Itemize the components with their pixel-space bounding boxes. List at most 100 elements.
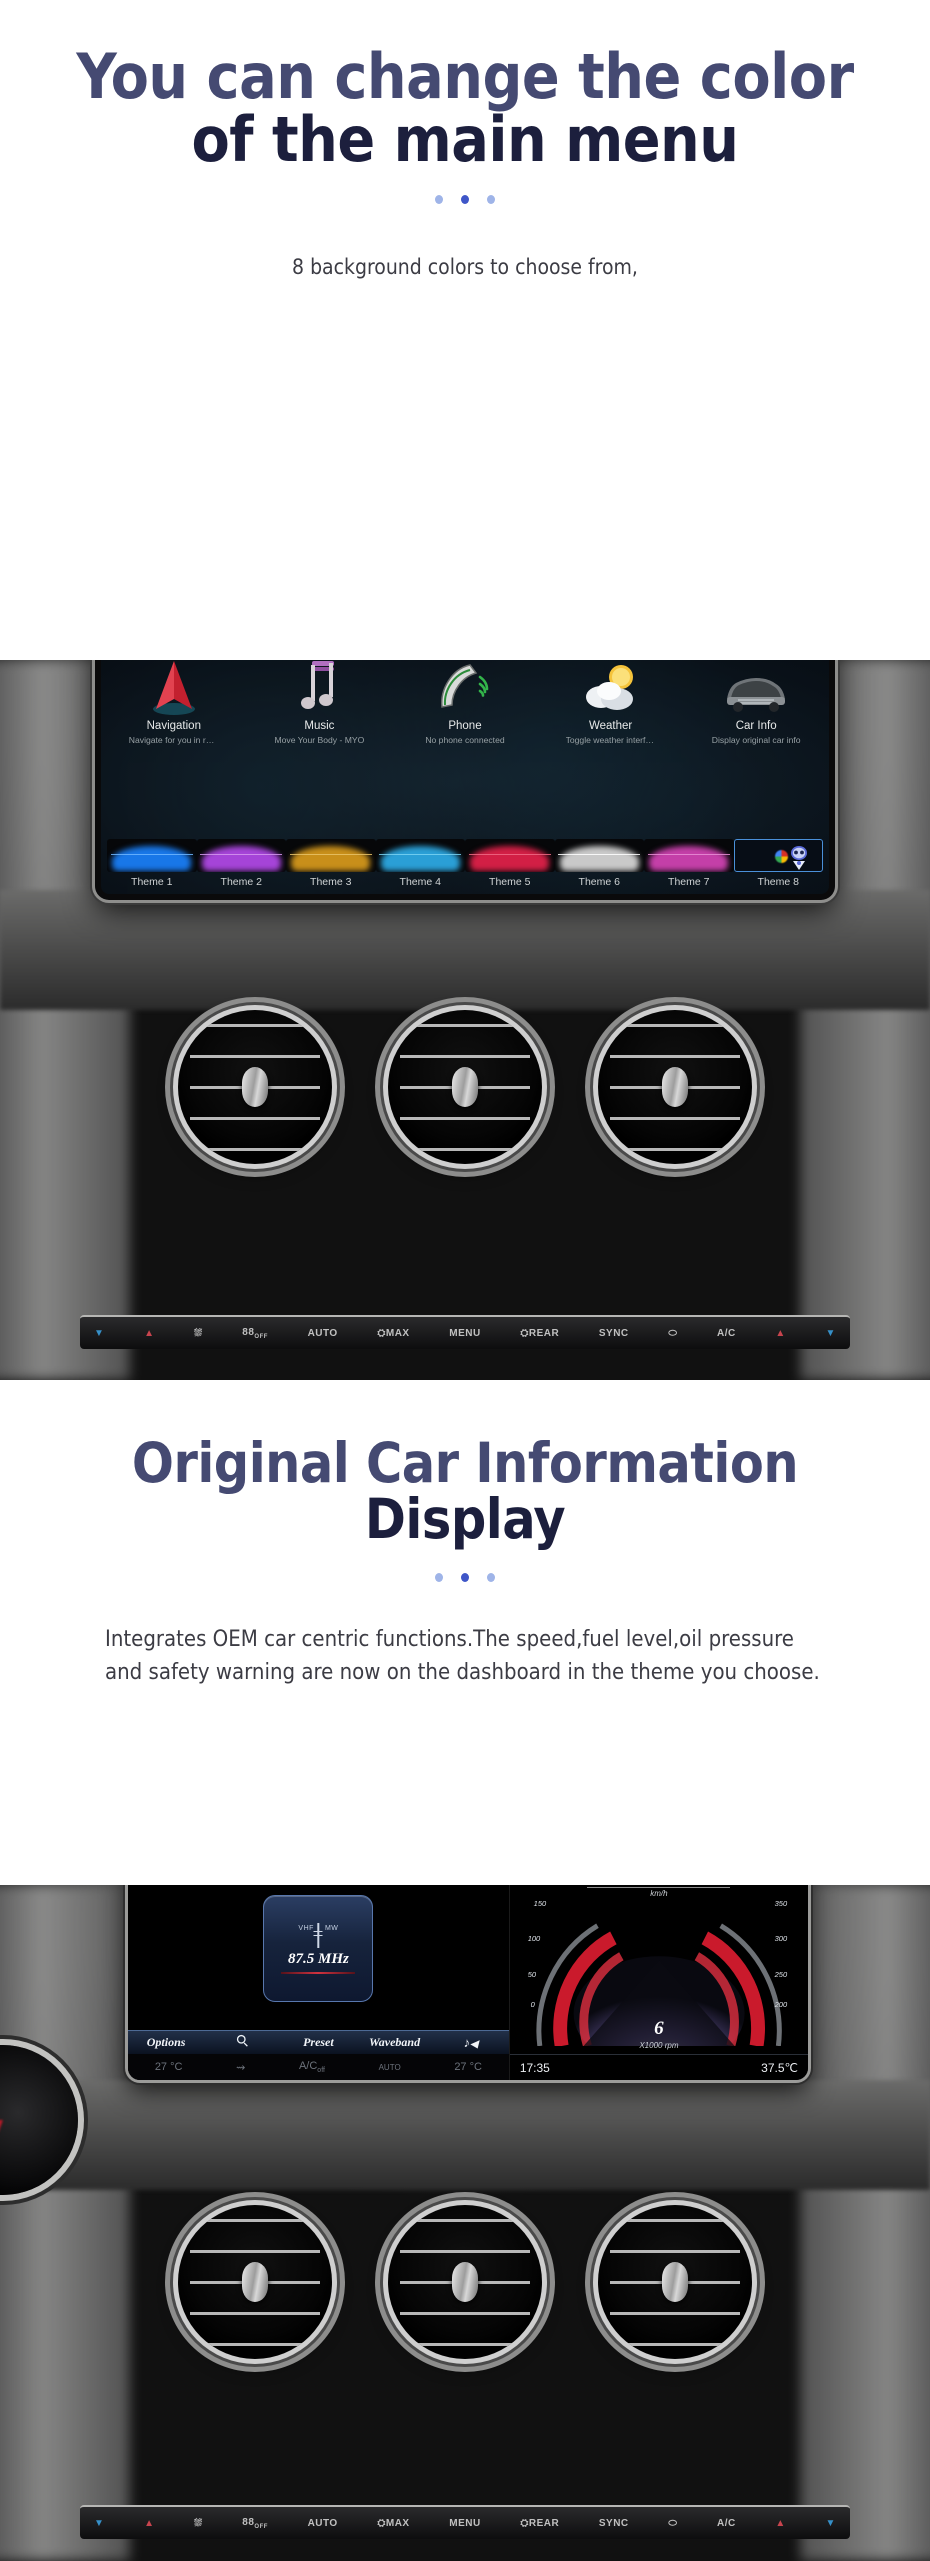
- theme-option-8[interactable]: Theme 8: [733, 839, 823, 888]
- options-button[interactable]: Options: [128, 2035, 204, 2050]
- theme-label: Theme 1: [131, 876, 173, 888]
- app-music[interactable]: Music Move Your Body - MYO: [274, 660, 364, 745]
- menu-button[interactable]: MENU: [449, 1328, 480, 1339]
- section-2-title-line-1: Original Car Information: [131, 1431, 799, 1495]
- frequency-underline: [281, 1972, 356, 1974]
- rear-defrost-icon[interactable]: ⛭REAR: [520, 1328, 559, 1339]
- right-tick-200: 200: [774, 2000, 788, 2010]
- search-icon[interactable]: [204, 2034, 280, 2051]
- temp-down-right-icon[interactable]: ▼: [825, 1328, 835, 1339]
- comand-bottom-bar: Options Preset Waveband ♪◀: [128, 2030, 509, 2054]
- temp-down-left-icon[interactable]: ▼: [94, 2518, 104, 2529]
- sync-button[interactable]: SYNC: [599, 1328, 629, 1339]
- sync-button[interactable]: SYNC: [599, 2518, 629, 2529]
- airflow-icon: ⇝: [236, 2061, 246, 2074]
- recirculation-icon[interactable]: ⬭: [668, 1328, 677, 1339]
- ac-button[interactable]: A/C: [717, 1328, 736, 1339]
- vent-knob[interactable]: [242, 2262, 268, 2302]
- vent-knob[interactable]: [452, 1067, 478, 1107]
- seat-heat-label[interactable]: 88OFF: [242, 1327, 268, 1340]
- seat-heat-label[interactable]: 88OFF: [242, 2517, 268, 2530]
- gauge-red-zone: [0, 2057, 66, 2183]
- theme-label: Theme 6: [578, 876, 620, 888]
- dot-1: [435, 195, 443, 205]
- app-phone[interactable]: Phone No phone connected: [420, 660, 510, 745]
- recirculation-icon[interactable]: ⬭: [668, 2518, 677, 2529]
- vent-knob[interactable]: [452, 2262, 478, 2302]
- app-weather[interactable]: Weather Toggle weather interface: [566, 660, 656, 745]
- dot-2: [461, 1573, 469, 1583]
- section-1-dots: [0, 195, 930, 205]
- preset-button[interactable]: Preset: [280, 2035, 356, 2050]
- theme-option-3[interactable]: Theme 3: [286, 839, 376, 888]
- defrost-max-icon[interactable]: ⛭MAX: [377, 1328, 409, 1339]
- vent-knob[interactable]: [662, 1067, 688, 1107]
- app-car-info[interactable]: Car Info Display original car info: [711, 660, 801, 745]
- air-vent-left[interactable]: [178, 2205, 332, 2359]
- defrost-icon[interactable]: ⛆: [194, 2518, 203, 2529]
- auto-button[interactable]: AUTO: [308, 2518, 338, 2529]
- menu-button[interactable]: MENU: [449, 2518, 480, 2529]
- right-tick-300: 300: [774, 1934, 788, 1944]
- section-2-title-line-2: Display: [364, 1487, 566, 1552]
- app-description: No phone connected: [425, 735, 505, 745]
- infotainment-head-unit[interactable]: 19:22 HD x: [95, 660, 835, 900]
- temp-down-right-icon[interactable]: ▼: [825, 2518, 835, 2529]
- ac-button[interactable]: A/C: [717, 2518, 736, 2529]
- phone-handset-icon: [420, 660, 510, 715]
- left-tick-100: 100: [527, 1934, 541, 1944]
- app-description: Toggle weather interface: [565, 735, 656, 745]
- temp-up-left-icon[interactable]: ▲: [144, 2518, 154, 2529]
- waveband-button[interactable]: Waveband: [356, 2035, 432, 2050]
- app-label: Car Info: [735, 720, 777, 732]
- theme-swatch: [107, 839, 197, 872]
- vent-knob[interactable]: [662, 2262, 688, 2302]
- theme-swatch-selected: [733, 839, 823, 872]
- theme-label: Theme 2: [220, 876, 262, 888]
- climate-control-bar[interactable]: ▼ ▲ ⛆ 88OFF AUTO ⛭MAX MENU ⛭REAR SYNC ⬭ …: [80, 2505, 850, 2539]
- theme-option-4[interactable]: Theme 4: [375, 839, 465, 888]
- infotainment-screen[interactable]: 19:22 HD x: [101, 660, 829, 894]
- comand-climate-row: 27 °C ⇝ A/Coff AUTO 27 °C: [128, 2054, 509, 2080]
- vent-knob[interactable]: [242, 1067, 268, 1107]
- theme-option-5[interactable]: Theme 5: [465, 839, 555, 888]
- temp-up-right-icon[interactable]: ▲: [775, 1328, 785, 1339]
- theme-swatch: [644, 839, 734, 872]
- app-description: Navigate for you in real ti...: [128, 735, 219, 745]
- air-vent-right[interactable]: [598, 1010, 752, 1164]
- air-vent-left[interactable]: [178, 1010, 332, 1164]
- theme-option-1[interactable]: Theme 1: [107, 839, 197, 888]
- air-vent-center[interactable]: [388, 1010, 542, 1164]
- rear-defrost-icon[interactable]: ⛭REAR: [520, 2518, 559, 2529]
- theme-option-7[interactable]: Theme 7: [644, 839, 734, 888]
- auto-button[interactable]: AUTO: [308, 1328, 338, 1339]
- temp-up-right-icon[interactable]: ▲: [775, 2518, 785, 2529]
- air-vent-row: [0, 2205, 930, 2359]
- defrost-icon[interactable]: ⛆: [194, 1328, 203, 1339]
- right-tick-350: 350: [774, 1899, 788, 1909]
- app-description: Move Your Body - MYO: [274, 735, 365, 745]
- music-note-icon: [274, 660, 364, 715]
- defrost-max-icon[interactable]: ⛭MAX: [377, 2518, 409, 2529]
- climate-control-bar[interactable]: ▼ ▲ ⛆ 88OFF AUTO ⛭MAX MENU ⛭REAR SYNC ⬭ …: [80, 1315, 850, 1349]
- comand-radio-panel[interactable]: Navi Radio ◢ Media Tel/ Vehicle VHF MW: [128, 1885, 509, 2080]
- theme-swatch: [286, 839, 376, 872]
- theme-option-2[interactable]: Theme 2: [196, 839, 286, 888]
- temp-up-left-icon[interactable]: ▲: [144, 1328, 154, 1339]
- air-vent-right[interactable]: [598, 2205, 752, 2359]
- air-vent-center[interactable]: [388, 2205, 542, 2359]
- dot-3: [487, 195, 495, 205]
- dashboard-center-trim: [0, 2080, 930, 2190]
- sound-mute-icon[interactable]: ♪◀: [433, 2035, 509, 2051]
- theme-option-6[interactable]: Theme 6: [554, 839, 644, 888]
- cluster-footer: 17:35 37.5℃: [509, 2054, 808, 2080]
- radio-frequency-tile[interactable]: VHF MW 87.5 MHz: [263, 1895, 374, 2002]
- app-navigation[interactable]: Navigation Navigate for you in real ti..…: [129, 660, 219, 745]
- instrument-cluster-panel[interactable]: •• ⫸⫷ ⚼ ⦿ •• 180 km/h: [508, 1885, 808, 2080]
- app-description: Display original car info: [711, 735, 801, 745]
- chrome-ball-icon: [775, 850, 788, 863]
- rpm-value: 6: [654, 2018, 664, 2039]
- theme-swatch: [465, 839, 555, 872]
- temp-down-left-icon[interactable]: ▼: [94, 1328, 104, 1339]
- comand-head-unit[interactable]: Navi Radio ◢ Media Tel/ Vehicle VHF MW: [128, 1885, 808, 2080]
